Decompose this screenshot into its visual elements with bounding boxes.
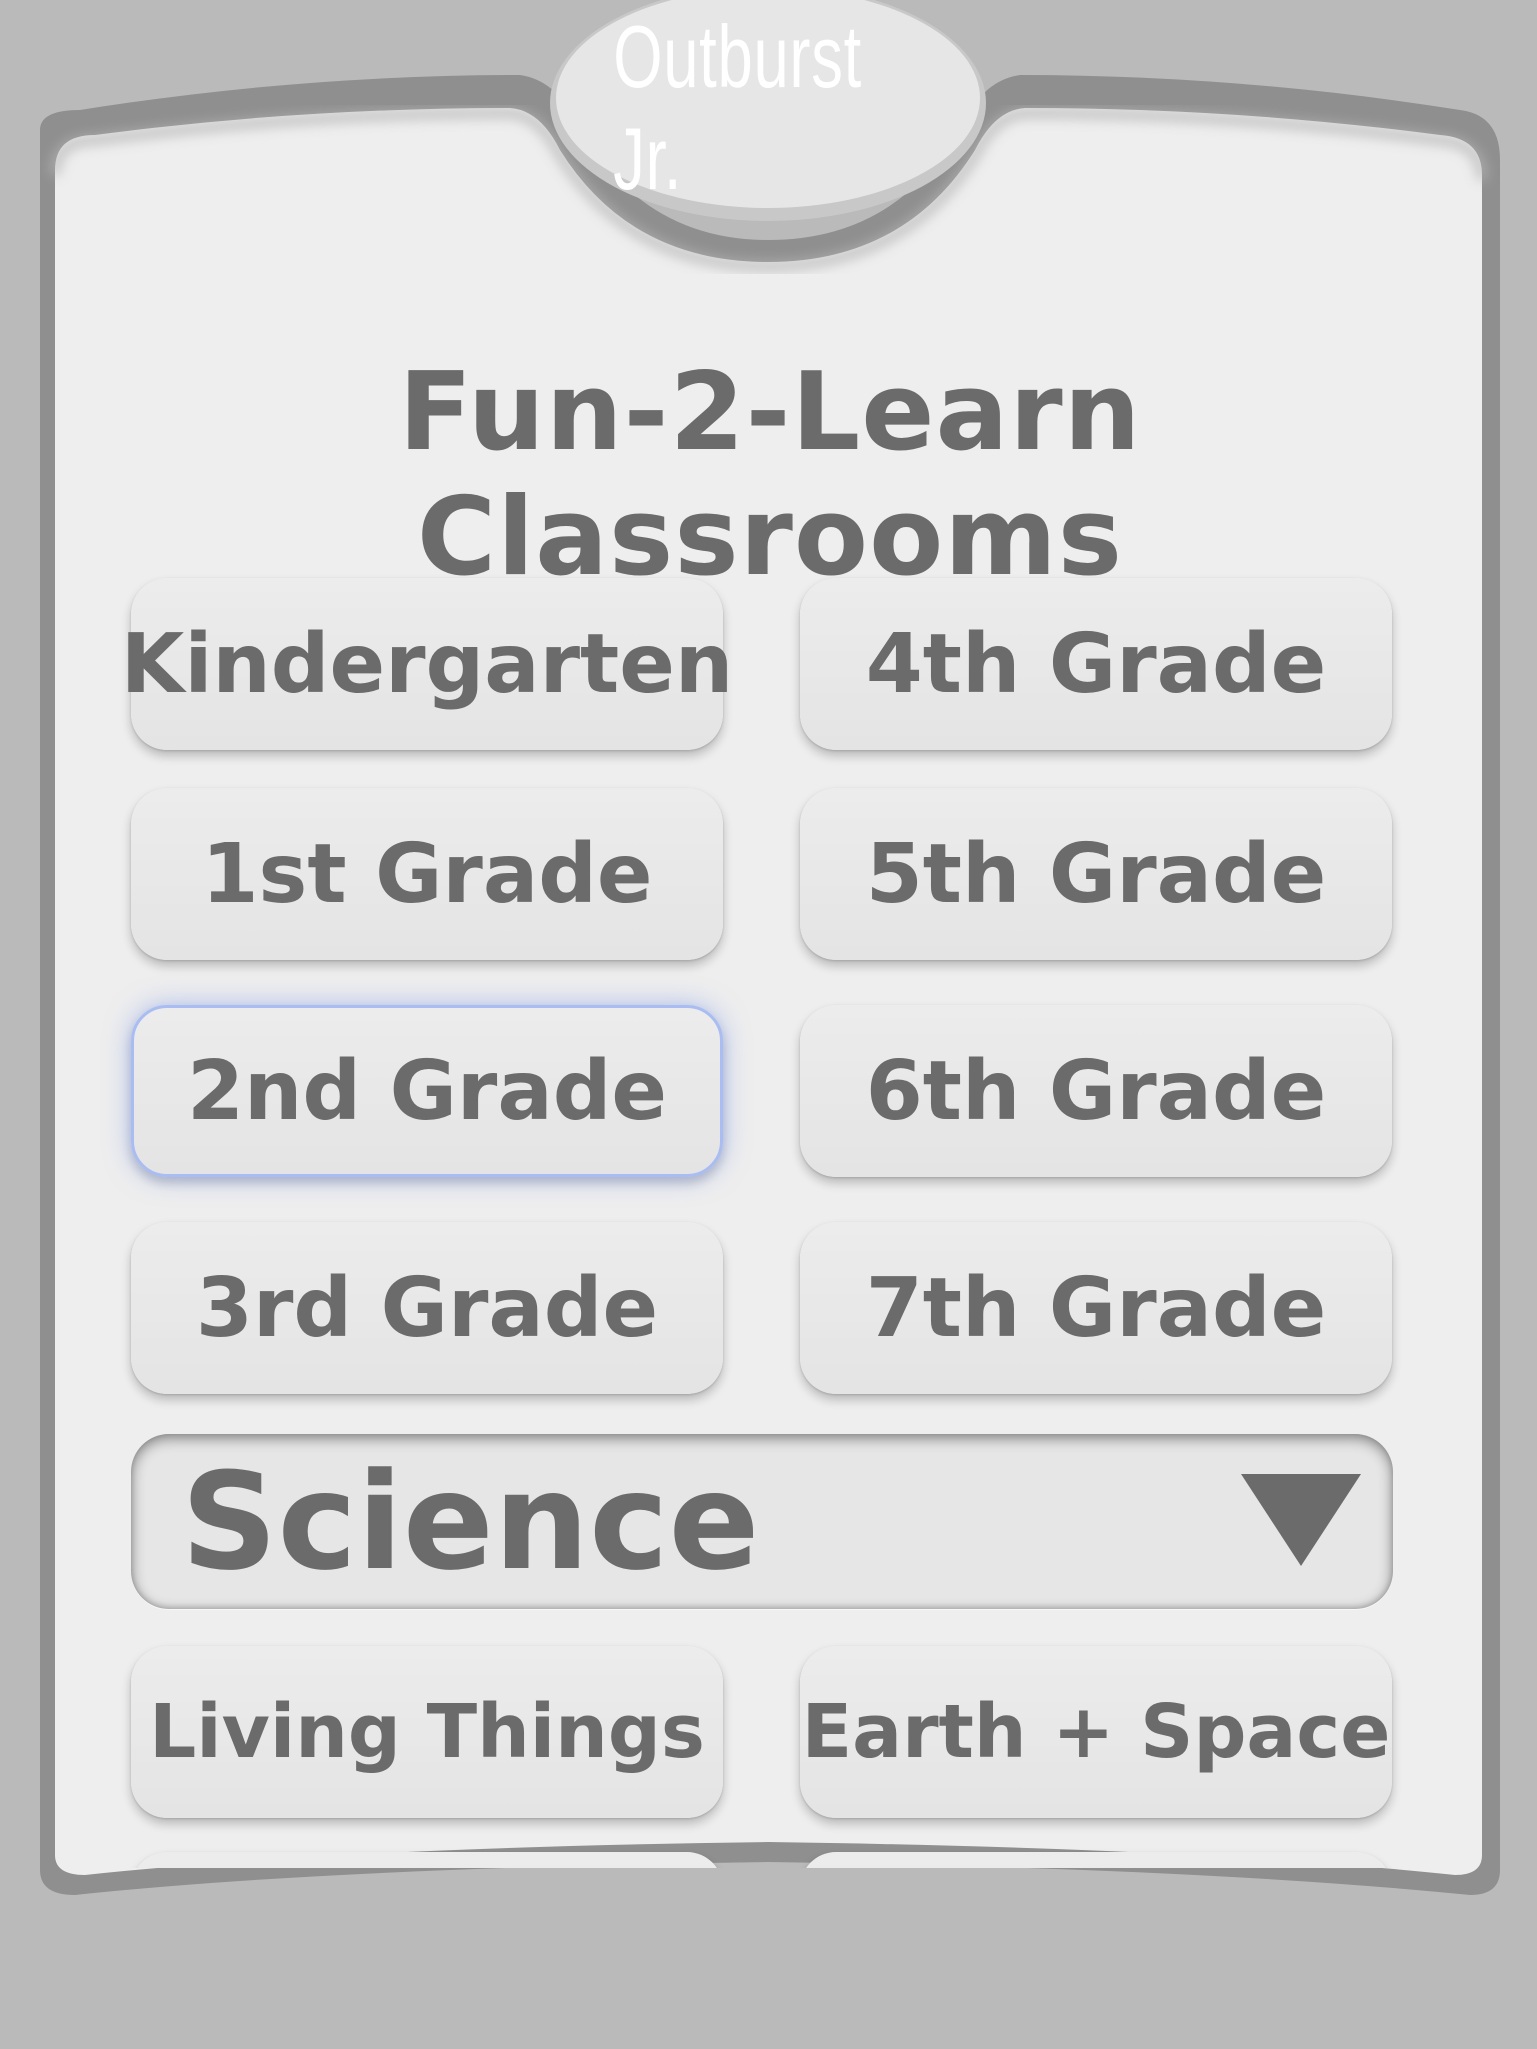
- grade-button-1st[interactable]: 1st Grade: [131, 788, 723, 960]
- grade-button-2nd[interactable]: 2nd Grade: [131, 1005, 723, 1177]
- grade-button-5th[interactable]: 5th Grade: [800, 788, 1392, 960]
- grade-button-kindergarten[interactable]: Kindergarten: [121, 578, 733, 750]
- grade-button-7th[interactable]: 7th Grade: [800, 1222, 1392, 1394]
- subject-dropdown[interactable]: Science: [131, 1434, 1393, 1609]
- grade-button-4th[interactable]: 4th Grade: [800, 578, 1392, 750]
- topic-button-earth-space[interactable]: Earth + Space: [800, 1646, 1392, 1818]
- grade-button-6th[interactable]: 6th Grade: [800, 1005, 1392, 1177]
- grade-button-3rd[interactable]: 3rd Grade: [131, 1222, 723, 1394]
- topic-button-living-things[interactable]: Living Things: [131, 1646, 723, 1818]
- triangle-down-icon[interactable]: [1241, 1474, 1361, 1566]
- subject-dropdown-value: Science: [181, 1444, 760, 1600]
- classroom-list: Kindergarten 4th Grade 1st Grade 5th Gra…: [0, 0, 1537, 1868]
